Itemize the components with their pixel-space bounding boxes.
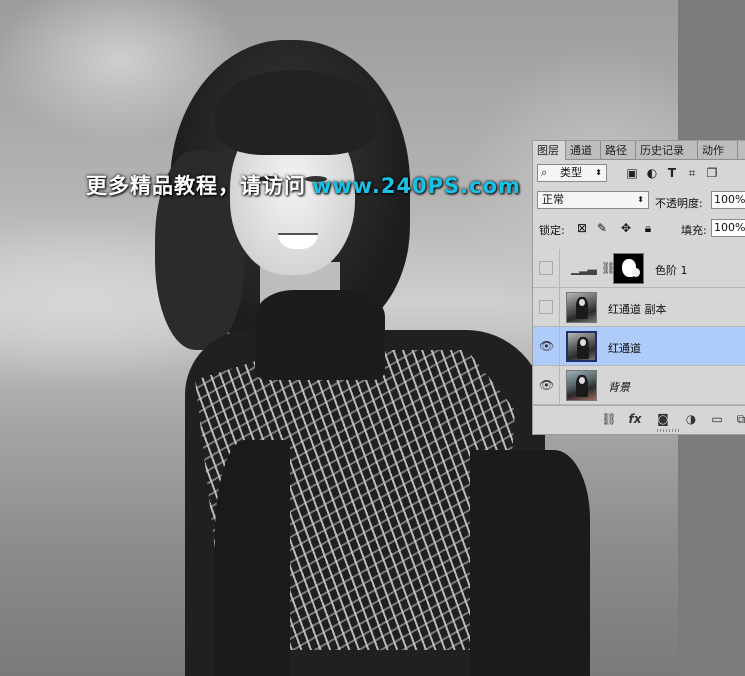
- layer-row-red-channel[interactable]: 👁︎ 红通道: [533, 327, 745, 366]
- divider: [559, 327, 560, 366]
- visibility-toggle[interactable]: [539, 300, 553, 314]
- lock-row: 锁定: ⊠ ✎ ✥ 🔒︎ 填充: 100%: [533, 215, 745, 241]
- thumbnail-face: [579, 299, 585, 306]
- fill-input[interactable]: 100%: [711, 219, 745, 237]
- filter-kind-label: 类型: [560, 166, 582, 179]
- panel-bottom-bar: ⛓ fx ◙ ◑ ▭ ⧉: [533, 405, 745, 434]
- layer-thumbnail[interactable]: [566, 292, 597, 323]
- mask-shape: [632, 268, 640, 277]
- layers-panel: 图层 通道 路径 历史记录 动作 ⌕ 类型 ⬍ ▣ ◐ T ⌗ ❐ 正常 ⬍ 不…: [532, 140, 745, 435]
- thumbnail-face: [579, 377, 585, 384]
- adjustment-filter-icon[interactable]: ◐: [645, 166, 659, 180]
- lock-paint-icon[interactable]: ✎: [595, 221, 609, 235]
- layer-mask-thumbnail[interactable]: [613, 253, 644, 284]
- right-sleeve-shape: [470, 450, 590, 676]
- left-sleeve-shape: [215, 440, 290, 676]
- watermark-text: 更多精品教程，请访问: [86, 174, 306, 198]
- thumbnail-face: [580, 339, 586, 346]
- layer-thumbnail[interactable]: [566, 370, 597, 401]
- visibility-toggle[interactable]: [539, 261, 553, 275]
- tab-actions[interactable]: 动作: [698, 141, 738, 159]
- levels-adjustment-icon: ▁▂▃: [571, 261, 597, 275]
- blend-mode-select[interactable]: 正常 ⬍: [537, 191, 649, 209]
- lock-all-icon[interactable]: 🔒︎: [641, 221, 655, 235]
- lock-position-icon[interactable]: ✥: [619, 221, 633, 235]
- lock-label: 锁定:: [539, 224, 565, 237]
- divider: [559, 249, 560, 288]
- add-mask-icon[interactable]: ◙: [655, 412, 671, 426]
- watermark-url: www.240PS.com: [312, 174, 521, 198]
- tab-layers[interactable]: 图层: [533, 141, 566, 160]
- fill-label: 填充:: [681, 224, 707, 237]
- dropdown-arrows-icon: ⬍: [637, 195, 644, 204]
- divider: [559, 288, 560, 327]
- opacity-input[interactable]: 100%: [711, 191, 745, 209]
- layer-name[interactable]: 红通道 副本: [608, 301, 667, 317]
- lock-transparent-icon[interactable]: ⊠: [575, 221, 589, 235]
- bangs-shape: [215, 70, 375, 155]
- type-filter-icon[interactable]: T: [665, 166, 679, 180]
- shape-filter-icon[interactable]: ⌗: [685, 166, 699, 180]
- divider: [559, 366, 560, 405]
- dropdown-arrows-icon: ⬍: [595, 168, 602, 177]
- tab-history[interactable]: 历史记录: [636, 141, 698, 159]
- eye-icon[interactable]: 👁︎: [539, 378, 554, 392]
- watermark: 更多精品教程，请访问 www.240PS.com: [86, 170, 521, 200]
- smart-object-filter-icon[interactable]: ❐: [705, 166, 719, 180]
- filter-kind-select[interactable]: ⌕ 类型 ⬍: [537, 164, 607, 182]
- layer-name[interactable]: 背景: [608, 379, 630, 395]
- blend-row: 正常 ⬍ 不透明度: 100%: [533, 187, 745, 213]
- layer-name[interactable]: 色阶 1: [655, 262, 688, 278]
- opacity-label: 不透明度:: [655, 197, 703, 210]
- new-layer-icon[interactable]: ⧉: [733, 412, 745, 426]
- eye-icon[interactable]: 👁︎: [539, 339, 554, 353]
- layer-row-levels[interactable]: ▁▂▃ ⛓ 色阶 1: [533, 249, 745, 288]
- blend-mode-value: 正常: [542, 193, 564, 206]
- new-group-icon[interactable]: ▭: [709, 412, 725, 426]
- tab-paths[interactable]: 路径: [601, 141, 636, 159]
- layer-row-red-channel-copy[interactable]: 红通道 副本: [533, 288, 745, 327]
- panel-tabs: 图层 通道 路径 历史记录 动作: [533, 141, 745, 160]
- link-layers-icon[interactable]: ⛓: [601, 412, 617, 426]
- scarf-shape: [255, 290, 385, 380]
- panel-resize-grip[interactable]: [657, 429, 679, 432]
- layer-thumbnail[interactable]: [566, 331, 597, 362]
- image-filter-icon[interactable]: ▣: [625, 166, 639, 180]
- filter-row: ⌕ 类型 ⬍ ▣ ◐ T ⌗ ❐: [533, 160, 745, 186]
- adjustment-layer-icon[interactable]: ◑: [683, 412, 699, 426]
- tab-channels[interactable]: 通道: [566, 141, 601, 159]
- search-icon: ⌕: [541, 166, 548, 179]
- layer-row-background[interactable]: 👁︎ 背景: [533, 366, 745, 405]
- layer-name[interactable]: 红通道: [608, 340, 641, 356]
- fx-icon[interactable]: fx: [627, 412, 643, 426]
